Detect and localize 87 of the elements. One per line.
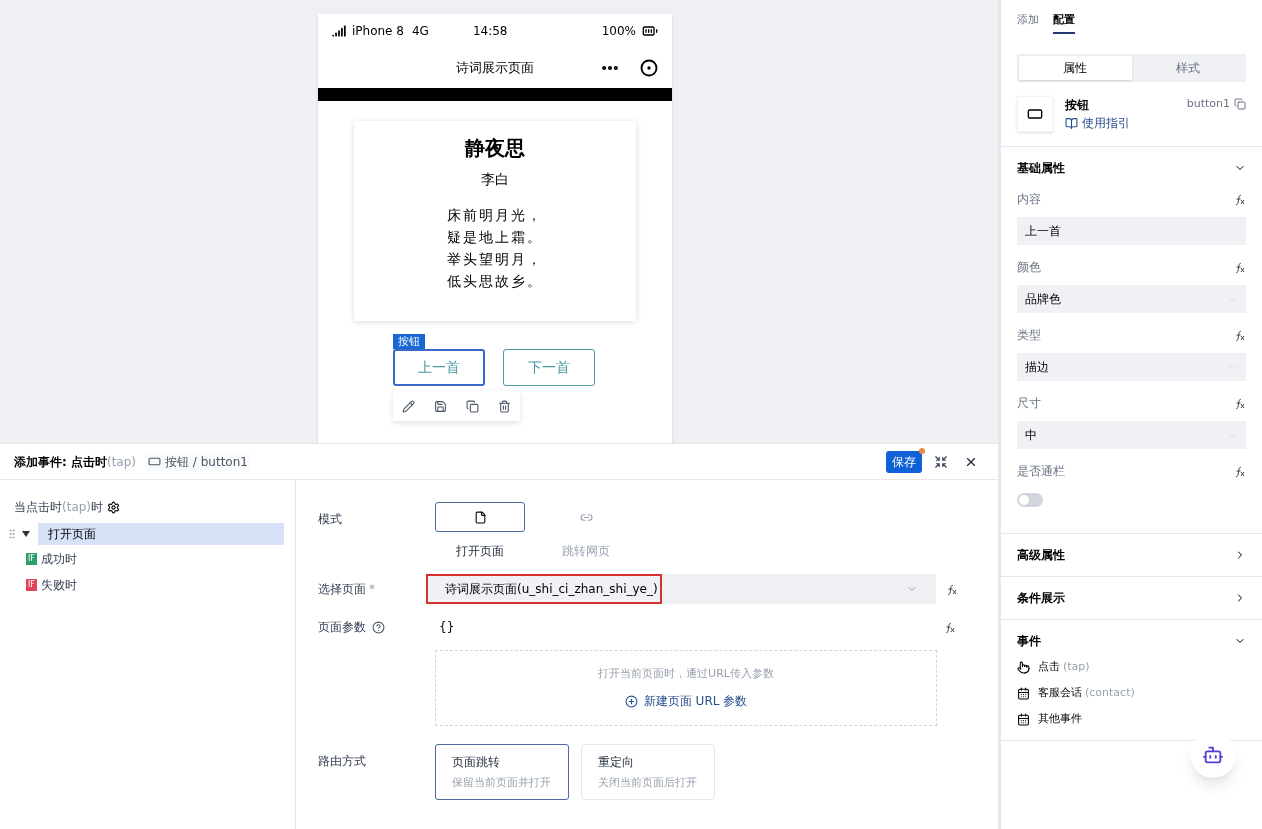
target-icon[interactable] [640,59,658,77]
property-label: 尺寸 [1017,395,1041,412]
caret-icon[interactable] [22,531,30,537]
event-item[interactable]: 其他事件 [1038,710,1082,728]
formula-icon[interactable] [944,620,956,634]
battery-text: 100% [601,23,636,40]
button-icon [1027,106,1043,122]
copy-icon[interactable] [465,399,479,413]
params-value: {} [439,619,455,636]
condition-item[interactable]: 成功时 [40,550,77,568]
poem-author: 李白 [481,170,509,189]
inspector-tab[interactable]: 配置 [1053,12,1075,34]
field-label: 页面参数 [318,619,366,636]
property-label: 颜色 [1017,259,1041,276]
action-item[interactable]: 打开页面 [38,523,284,545]
section-header[interactable]: 条件展示 [1001,577,1262,607]
time-text: 14:58 [472,23,508,40]
field-label: 模式 [318,511,343,528]
property-label: 是否通栏 [1017,463,1065,480]
tap-icon [1017,660,1030,674]
mode-option[interactable] [435,502,525,532]
event-item[interactable]: 点击 (tap) [1038,658,1090,676]
add-param-link[interactable]: 新建页面 URL 参数 [624,692,748,711]
plus-icon [624,694,638,708]
calendar-icon [1017,686,1030,700]
field-label: 路由方式 [318,753,367,770]
route-title: 页面跳转 [452,754,501,771]
poem-title: 静夜思 [465,135,525,162]
condition-badge: IF [26,553,37,565]
save-button[interactable]: 保存 [886,450,922,473]
page-title: 诗词展示页面 [456,59,534,78]
event-item[interactable]: 客服会话 (contact) [1038,684,1135,702]
property-label: 内容 [1017,191,1041,208]
calendar-icon [1017,712,1030,726]
property-tab[interactable]: 样式 [1131,56,1244,80]
property-select[interactable]: 中 [1017,421,1246,449]
property-label: 类型 [1017,327,1041,344]
route-title: 重定向 [598,754,635,771]
component-breadcrumb[interactable]: 按钮 / button1 [146,452,250,471]
robot-icon [1202,744,1224,766]
carrier-text: iPhone 8 [352,23,404,40]
content-input[interactable]: 上一首 [1017,217,1246,245]
poem-line: 床前明月光， [447,206,543,225]
poem-line: 举头望明月， [447,250,543,269]
inspector-tab[interactable]: 添加 [1017,12,1039,34]
help-icon[interactable] [372,620,385,634]
poem-line: 低头思故乡。 [447,272,543,291]
save-icon[interactable] [434,399,448,413]
page-icon [473,510,487,524]
route-option[interactable]: 重定向 关闭当前页面后打开 [581,744,715,800]
condition-badge: IF [26,579,37,591]
mode-label: 跳转网页 [562,543,610,560]
settings-icon[interactable] [107,500,121,514]
component-id: button1 [1186,96,1230,112]
panel-title: 添加事件: 点击时 [14,453,107,471]
toggle-switch[interactable] [1017,493,1043,507]
section-header[interactable]: 高级属性 [1001,534,1262,564]
poem-line: 疑是地上霜。 [447,228,543,247]
signal-icon [332,24,346,38]
route-option[interactable]: 页面跳转 保留当前页面并打开 [435,744,569,800]
condition-item[interactable]: 失败时 [40,576,77,594]
property-select[interactable]: 描边 [1017,353,1246,381]
book-icon [1065,116,1078,130]
route-description: 保留当前页面并打开 [452,775,552,791]
params-hint: 打开当前页面时，通过URL传入参数 [598,665,774,682]
guide-link[interactable]: 使用指引 [1065,114,1130,132]
mode-label: 打开页面 [456,543,504,560]
property-select[interactable]: 品牌色 [1017,285,1246,313]
page-select[interactable]: 诗词展示页面(u_shi_ci_zhan_shi_ye_) [426,574,936,604]
route-description: 关闭当前页面后打开 [598,775,698,791]
panel-title-hint: (tap) [107,453,137,471]
formula-icon[interactable] [946,582,958,596]
section-header[interactable]: 事件 [1001,620,1262,650]
drag-handle-icon[interactable] [6,528,18,540]
network-text: 4G [411,23,429,40]
delete-icon[interactable] [497,399,511,413]
trigger-label: 当点击时(tap)时 [14,499,104,516]
field-label: 选择页面 * [318,581,376,598]
button-icon [148,455,162,468]
battery-icon [642,23,658,39]
page-select-value: 诗词展示页面(u_shi_ci_zhan_shi_ye_) [426,574,662,604]
section-header[interactable]: 基础属性 [1001,147,1262,177]
component-name: 按钮 [1065,97,1090,114]
property-tab[interactable]: 属性 [1019,56,1132,80]
edit-icon[interactable] [402,399,416,413]
shrink-icon[interactable] [934,454,948,469]
selection-tag: 按钮 [393,334,425,349]
